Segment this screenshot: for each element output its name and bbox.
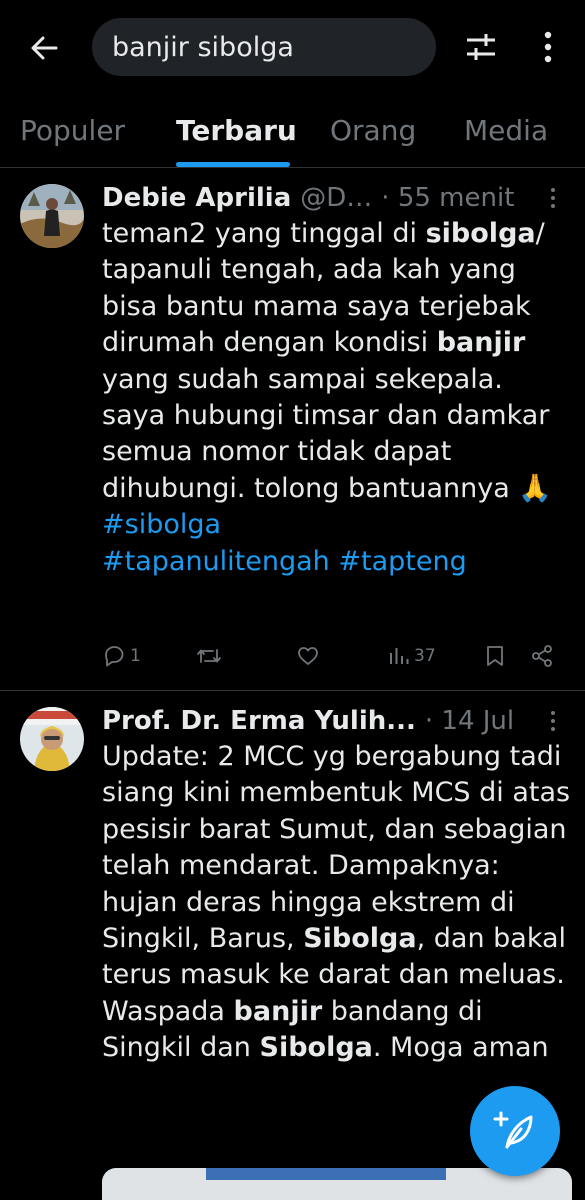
search-input[interactable]: banjir sibolga <box>92 18 436 76</box>
search-tabs: Populer Terbaru Orang Media <box>0 96 585 168</box>
views-button[interactable]: 37 <box>388 644 436 668</box>
search-query: banjir sibolga <box>112 31 294 63</box>
post-more-button[interactable] <box>541 180 565 216</box>
hashtag-link[interactable]: #tapteng <box>338 546 466 577</box>
share-icon <box>532 645 552 667</box>
top-bar: banjir sibolga <box>0 0 585 96</box>
post-text-part: yang sudah sampai sekepala. saya hubungi… <box>102 363 552 504</box>
hashtag-link[interactable]: #sibolga <box>102 509 221 540</box>
reply-count: 1 <box>130 646 141 666</box>
search-keyword: Sibolga <box>303 923 417 955</box>
repost-button[interactable] <box>196 644 226 668</box>
tab-media[interactable]: Media <box>464 114 548 147</box>
reply-icon <box>105 646 124 667</box>
view-count: 37 <box>414 646 436 666</box>
bookmark-button[interactable] <box>484 644 506 668</box>
avatar[interactable] <box>20 184 84 248</box>
search-keyword: sibolga <box>425 218 536 249</box>
tab-terbaru[interactable]: Terbaru <box>176 114 297 147</box>
tab-populer[interactable]: Populer <box>20 114 125 147</box>
media-header-bar <box>206 1168 446 1180</box>
post-time: · 14 Jul <box>424 706 515 736</box>
post-more-button[interactable] <box>541 703 565 739</box>
more-vertical-icon <box>551 188 555 208</box>
post-text-part: . Moga aman <box>372 1032 549 1064</box>
share-button[interactable] <box>530 644 554 668</box>
like-icon <box>298 647 318 665</box>
search-keyword: Sibolga <box>259 1032 373 1064</box>
author-handle[interactable]: @D… <box>300 183 372 213</box>
like-button[interactable] <box>296 644 324 668</box>
more-options-button[interactable] <box>528 24 568 70</box>
tab-orang[interactable]: Orang <box>330 114 416 147</box>
post-item[interactable]: Debie Aprilia @D… · 55 menit teman2 yang… <box>0 168 585 690</box>
post-text-part: teman2 yang tinggal di <box>102 218 426 249</box>
views-icon <box>390 648 409 664</box>
compose-post-button[interactable] <box>470 1086 560 1176</box>
repost-icon <box>197 649 221 663</box>
back-arrow-icon <box>31 36 58 60</box>
more-vertical-icon <box>551 711 555 731</box>
author-name[interactable]: Prof. Dr. Erma Yulih... <box>102 706 416 736</box>
back-button[interactable] <box>22 26 66 70</box>
more-vertical-icon <box>544 31 552 63</box>
search-keyword: banjir <box>233 995 323 1027</box>
post-actions: 1 37 <box>102 644 565 680</box>
reply-button[interactable]: 1 <box>102 644 141 668</box>
post-text: Update: 2 MCC yg bergabung tadi siang ki… <box>102 739 572 1067</box>
compose-post-icon <box>493 1111 533 1149</box>
filter-sliders-icon <box>467 34 495 60</box>
post-header: Debie Aprilia @D… · 55 menit <box>102 180 565 216</box>
post-header: Prof. Dr. Erma Yulih... · 14 Jul <box>102 703 565 739</box>
avatar[interactable] <box>20 707 84 771</box>
active-tab-indicator <box>176 162 290 167</box>
post-time: · 55 menit <box>381 183 515 213</box>
author-name[interactable]: Debie Aprilia <box>102 183 291 213</box>
post-text: teman2 yang tinggal di sibolga/ tapanuli… <box>102 216 572 580</box>
bookmark-icon <box>487 646 503 666</box>
search-keyword: banjir <box>436 327 526 359</box>
search-filter-button[interactable] <box>458 24 504 70</box>
hashtag-link[interactable]: #tapanulitengah <box>102 546 330 577</box>
